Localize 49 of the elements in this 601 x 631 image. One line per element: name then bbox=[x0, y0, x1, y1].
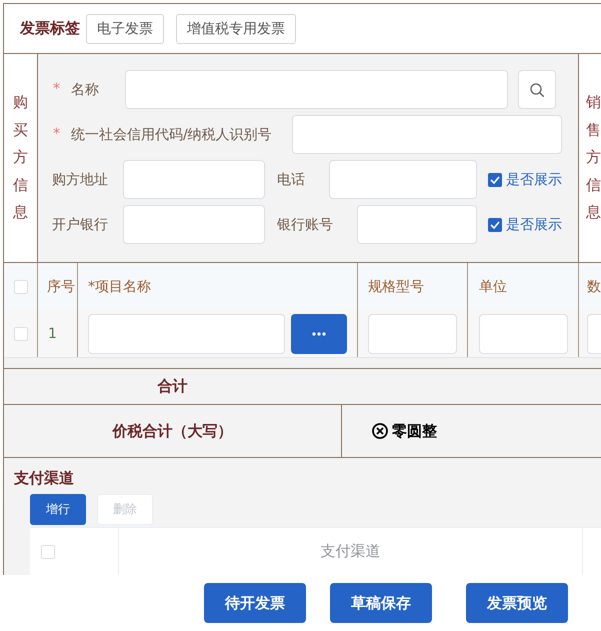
invoice-tag-button[interactable]: 增值税专用发票 bbox=[176, 14, 296, 44]
tax-total-label: 价税合计（大写） bbox=[112, 422, 232, 440]
field-label: 开户银行 bbox=[52, 216, 108, 234]
more-button[interactable] bbox=[291, 314, 347, 354]
text-field[interactable] bbox=[88, 314, 285, 354]
invoice-tag-button[interactable]: 电子发票 bbox=[86, 14, 164, 44]
text-field[interactable] bbox=[368, 314, 457, 354]
checkbox[interactable] bbox=[488, 218, 502, 232]
action-button[interactable]: 草稿保存 bbox=[330, 583, 432, 623]
column-header: 支付渠道 bbox=[320, 542, 380, 561]
column-header: *项目名称 bbox=[88, 278, 151, 296]
required-mark: * bbox=[52, 126, 61, 144]
text-field[interactable] bbox=[587, 314, 601, 354]
text-field[interactable] bbox=[125, 70, 508, 109]
search-icon bbox=[530, 82, 544, 96]
show-label[interactable]: 是否展示 bbox=[506, 170, 562, 188]
field-label: 名称 bbox=[71, 80, 99, 98]
check-icon bbox=[490, 220, 500, 228]
column-header: 序号 bbox=[47, 278, 75, 296]
payment-row-button[interactable]: 增行 bbox=[30, 494, 86, 525]
column-header: 规格型号 bbox=[368, 278, 424, 296]
show-label[interactable]: 是否展示 bbox=[506, 216, 562, 234]
checkbox[interactable] bbox=[488, 172, 502, 186]
text-field[interactable] bbox=[357, 205, 477, 244]
field-label: 电话 bbox=[277, 170, 305, 188]
text-field[interactable] bbox=[329, 160, 477, 199]
circle-x-icon bbox=[372, 423, 388, 439]
required-mark: * bbox=[52, 80, 61, 98]
seller-section-title: 销售方信息 bbox=[586, 92, 601, 224]
ellipsis-icon bbox=[312, 332, 326, 336]
field-label: 银行账号 bbox=[277, 216, 333, 234]
invoice-tag-label: 发票标签 bbox=[20, 19, 80, 38]
field-label: 购方地址 bbox=[52, 170, 108, 188]
amount-in-words: 零圆整 bbox=[392, 422, 437, 440]
action-button[interactable]: 发票预览 bbox=[466, 583, 568, 623]
column-header: 单位 bbox=[479, 278, 507, 296]
text-field[interactable] bbox=[479, 314, 568, 354]
search-button[interactable] bbox=[518, 70, 556, 109]
text-field[interactable] bbox=[292, 115, 562, 154]
payment-section-title: 支付渠道 bbox=[14, 468, 75, 488]
buyer-section-title: 购买方信息 bbox=[13, 92, 28, 224]
total-label: 合计 bbox=[156, 377, 188, 396]
text-field[interactable] bbox=[123, 160, 265, 199]
row-number: 1 bbox=[48, 326, 57, 342]
field-label: 统一社会信用代码/纳税人识别号 bbox=[71, 126, 272, 144]
action-button[interactable]: 待开发票 bbox=[204, 583, 306, 623]
check-icon bbox=[490, 176, 500, 184]
column-header: 数 bbox=[587, 278, 601, 296]
text-field[interactable] bbox=[123, 205, 265, 244]
